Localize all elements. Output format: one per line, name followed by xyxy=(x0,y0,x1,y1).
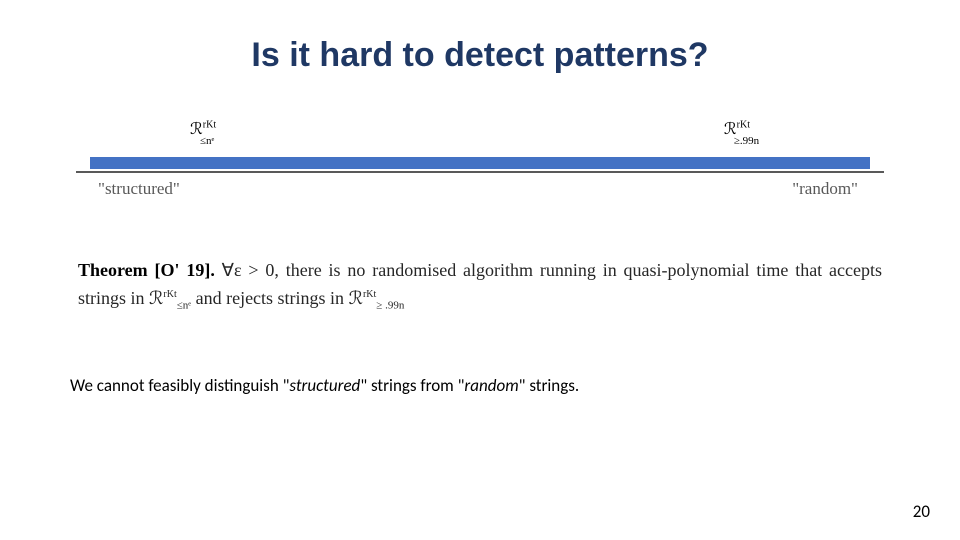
spectrum-label-right: ℛrKt≥.99n xyxy=(724,119,750,159)
set-subscript-left: ≤nᵉ xyxy=(200,135,214,147)
conclusion-word-structured: structured xyxy=(289,375,360,396)
conclusion-pre: We cannot feasibly distinguish " xyxy=(70,375,289,396)
set-superscript-left: rKt xyxy=(203,120,216,131)
page-number: 20 xyxy=(913,501,930,522)
conclusion-word-random: random xyxy=(464,375,518,396)
theorem-set2-sub: ≥ .99n xyxy=(376,299,404,311)
spectrum-baseline xyxy=(76,171,884,173)
theorem-set1-base: ℛ xyxy=(149,288,163,308)
slide-title: Is it hard to detect patterns? xyxy=(70,36,890,75)
spectrum-diagram: ℛrKt≤nᵉ ℛrKt≥.99n "structured" "random" xyxy=(90,123,870,183)
theorem-statement: Theorem [O' 19]. ∀ε > 0, there is no ran… xyxy=(70,257,890,315)
theorem-set2-base: ℛ xyxy=(349,288,363,308)
theorem-set1-sup: rKt xyxy=(163,289,176,300)
conclusion-text: We cannot feasibly distinguish "structur… xyxy=(70,375,890,396)
theorem-set2-sup: rKt xyxy=(363,289,376,300)
axis-label-structured: "structured" xyxy=(98,179,180,199)
conclusion-mid: " strings from " xyxy=(360,375,464,396)
set-subscript-right: ≥.99n xyxy=(734,135,759,147)
theorem-set1-sub: ≤nᵉ xyxy=(177,299,191,311)
slide-container: Is it hard to detect patterns? ℛrKt≤nᵉ ℛ… xyxy=(0,0,960,540)
conclusion-post: " strings. xyxy=(519,375,580,396)
theorem-prefix: Theorem [O' 19]. xyxy=(78,260,215,280)
theorem-mid: and rejects strings in xyxy=(196,288,349,308)
axis-label-random: "random" xyxy=(792,179,858,199)
set-superscript-right: rKt xyxy=(737,120,750,131)
spectrum-label-left: ℛrKt≤nᵉ xyxy=(190,119,216,159)
